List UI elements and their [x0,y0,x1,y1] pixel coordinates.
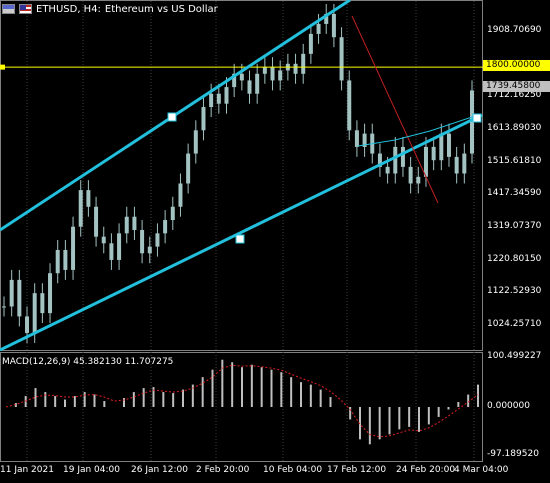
price-bar-body [117,233,122,260]
price-tick-label: 1515.61810 [487,155,542,166]
price-bar-body [186,153,191,184]
price-bar-body [439,133,444,161]
price-tick-label: 1908.70690 [487,25,542,35]
price-bar-body [55,249,60,274]
price-bar-body [354,130,359,147]
time-tick-label: 2 Feb 20:00 [196,465,250,475]
price-bar-body [216,93,221,104]
price-bar-body [63,249,68,270]
macd-tick-label: 0.000000 [487,401,530,411]
symbol-label: ETHUSD, H4: [36,3,101,15]
price-bar-body [262,67,267,74]
price-bar-body [331,13,336,38]
price-bar-body [163,220,168,234]
symbol-description: Ethereum vs US Dollar [104,3,218,15]
price-bar-body [239,73,244,81]
price-bar-body [446,133,451,157]
price-bar-body [78,190,83,227]
price-tick-label: 1319.07370 [487,221,542,231]
price-bar-body [124,216,129,234]
price-bar-body [132,216,137,231]
level-price-label: 1800.00000 [483,60,550,71]
price-tick-label: 1417.34590 [487,188,542,199]
price-bar-body [462,153,467,174]
price-bars [2,3,474,344]
price-bar-body [140,230,145,254]
price-bar-body [101,236,106,244]
time-tick-label: 17 Feb 12:00 [327,465,387,475]
price-bar-body [155,233,160,247]
macd-indicator-label: MACD(12,26,9) 45.382130 11.707275 [2,357,174,367]
grid [26,1,475,461]
chart-title: ETHUSD, H4: Ethereum vs US Dollar [2,1,218,17]
channel-handle [472,113,482,123]
time-tick-label: 10 Feb 04:00 [263,465,323,475]
price-bar-body [385,166,390,174]
price-bar-body [247,80,252,94]
price-bar-body [454,156,459,174]
price-bar-body [193,130,198,154]
price-bar-body [109,243,114,260]
price-bar-body [209,93,214,108]
price-bar-body [40,293,45,314]
usd-flag-icon [19,4,32,14]
price-bar-body [9,279,14,307]
macd-tick-label: 100.499227 [487,351,542,361]
price-bar-body [32,293,37,334]
price-bar-body [423,146,428,177]
price-bar-body [270,67,275,81]
price-bar-body [416,176,421,184]
time-tick-label: 19 Jan 04:00 [63,465,120,475]
price-bar-body [48,273,53,314]
price-bar-body [408,166,413,184]
price-bar-body [86,190,91,207]
price-tick-label: 1024.25710 [487,319,542,329]
current-price-label: 1739.45800 [483,81,550,92]
price-bar-body [147,246,152,254]
level-line-handle [0,64,5,70]
price-bar-body [278,70,283,81]
price-bar-body [293,63,298,74]
price-bar-body [316,23,321,34]
price-bar-body [71,226,76,270]
price-tick-label: 1122.52930 [487,286,542,297]
time-tick-label: 24 Feb 20:00 [396,465,456,475]
chart-canvas[interactable] [0,0,550,483]
price-bar-body [201,107,206,131]
price-bar-body [255,73,260,94]
time-tick-label: 11 Jan 2021 [0,465,54,475]
price-bar-body [17,279,22,317]
price-bar-body [431,146,436,161]
channel-mid-line [357,114,479,147]
price-bar-body [301,53,306,74]
price-bar-body [170,206,175,221]
eth-flag-icon [2,4,15,14]
macd-histogram [5,359,479,445]
price-bar-body [400,146,405,167]
time-tick-label: 4 Mar 04:00 [454,465,509,475]
price-tick-label: 1613.89030 [487,123,542,133]
channel-handle [235,234,245,244]
price-bar-body [224,87,229,104]
price-bar-body [25,316,30,334]
price-bar-body [347,80,352,131]
price-bar-body [308,33,313,54]
macd-tick-label: -97.189520 [487,449,539,460]
price-bar-body [178,183,183,207]
price-bar-body [339,37,344,81]
time-tick-label: 26 Jan 12:00 [131,465,188,475]
price-bar-body [94,206,99,237]
price-tick-label: 1220.80150 [487,253,542,264]
price-bar-body [2,306,6,308]
price-bar-body [393,146,398,174]
channel-handle [167,112,177,122]
